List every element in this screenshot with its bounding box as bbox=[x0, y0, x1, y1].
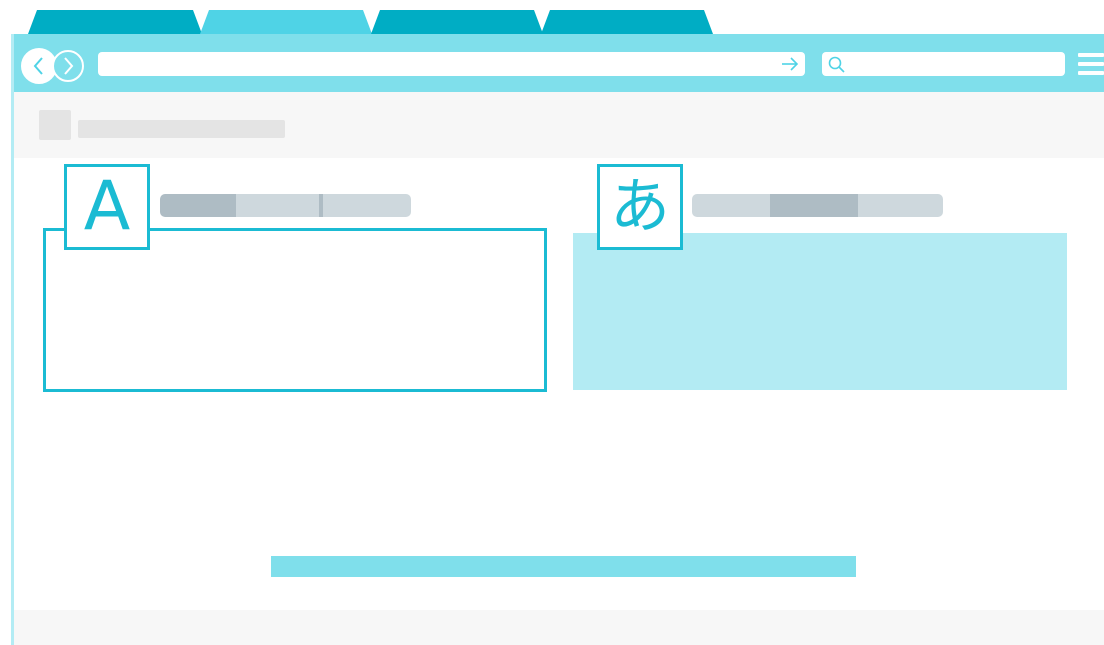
browser-toolbar bbox=[14, 34, 1104, 92]
hamburger-menu-icon-line-1 bbox=[1078, 53, 1104, 57]
hamburger-menu-icon-line-3 bbox=[1078, 71, 1104, 75]
translate-button[interactable] bbox=[271, 556, 856, 577]
translated-text-panel bbox=[573, 233, 1067, 390]
target-language-badge[interactable]: あ bbox=[597, 164, 683, 250]
source-language-glyph: A bbox=[83, 167, 131, 246]
tab-4[interactable] bbox=[541, 10, 713, 34]
forward-button[interactable] bbox=[52, 50, 84, 82]
target-language-selector[interactable] bbox=[692, 194, 943, 217]
source-language-selector[interactable] bbox=[160, 194, 411, 217]
chevron-left-icon bbox=[33, 57, 43, 75]
browser-window: A あ bbox=[11, 34, 1104, 645]
tab-1[interactable] bbox=[28, 10, 202, 34]
menu-button[interactable] bbox=[1078, 53, 1104, 77]
tab-2-active[interactable] bbox=[200, 10, 372, 34]
tab-3[interactable] bbox=[371, 10, 543, 34]
search-icon bbox=[828, 56, 845, 73]
arrow-right-icon[interactable] bbox=[781, 55, 799, 73]
address-bar[interactable] bbox=[98, 52, 805, 76]
page-footer bbox=[14, 610, 1104, 645]
target-language-glyph: あ bbox=[610, 172, 670, 242]
site-logo-placeholder bbox=[39, 110, 71, 140]
source-selector-thumb bbox=[160, 194, 236, 217]
site-title-placeholder bbox=[78, 120, 285, 138]
search-input[interactable] bbox=[822, 52, 1065, 76]
target-selector-thumb bbox=[770, 194, 858, 217]
page-header bbox=[14, 92, 1104, 158]
source-language-badge[interactable]: A bbox=[64, 164, 150, 250]
chevron-right-icon bbox=[64, 57, 74, 75]
hamburger-menu-icon-line-2 bbox=[1078, 62, 1104, 66]
source-selector-divider bbox=[319, 194, 323, 217]
source-text-area[interactable] bbox=[43, 228, 547, 392]
